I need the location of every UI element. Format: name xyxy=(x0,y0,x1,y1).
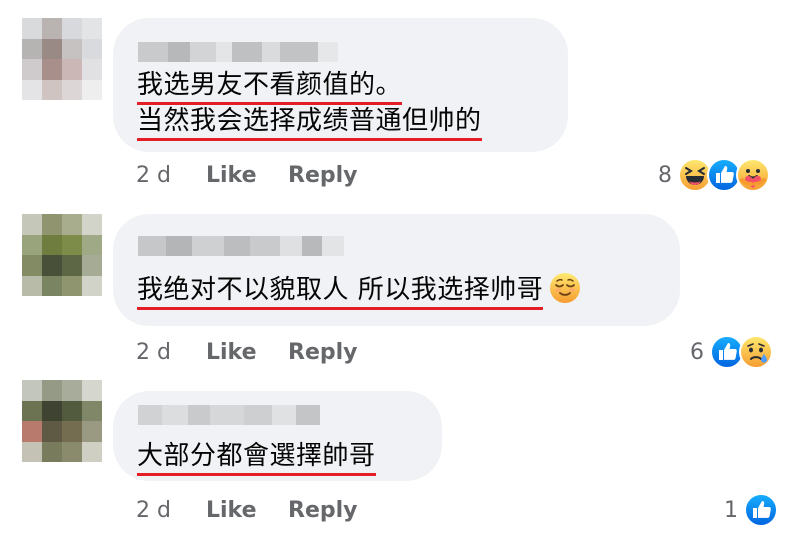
like-reaction-icon xyxy=(744,493,778,527)
like-button[interactable]: Like xyxy=(206,340,288,365)
comment-bubble: 大部分都會選擇帥哥 xyxy=(113,391,442,481)
timestamp[interactable]: 2 d xyxy=(136,498,206,523)
reply-button[interactable]: Reply xyxy=(288,163,358,188)
timestamp[interactable]: 2 d xyxy=(136,163,206,188)
reaction-count: 8 xyxy=(658,162,672,188)
comment-text-line: 当然我会选择成绩普通但帅的 xyxy=(137,104,482,141)
care-reaction-icon xyxy=(736,158,770,192)
reply-button[interactable]: Reply xyxy=(288,340,358,365)
reaction-count: 6 xyxy=(690,339,704,365)
blurred-author-name[interactable] xyxy=(138,236,344,256)
comment-actions: 2 d Like Reply xyxy=(136,337,358,367)
avatar[interactable] xyxy=(22,214,102,296)
comment-actions: 2 d Like Reply xyxy=(136,495,358,525)
relieved-face-icon xyxy=(549,272,581,304)
comment-text: 我绝对不以貌取人 所以我选择帅哥 xyxy=(137,273,544,310)
reaction-summary[interactable]: 6 xyxy=(690,332,773,372)
comment-actions: 2 d Like Reply xyxy=(136,160,358,190)
timestamp[interactable]: 2 d xyxy=(136,340,206,365)
comment-text-line: 我绝对不以貌取人 所以我选择帅哥 xyxy=(137,272,581,310)
comment-text-line: 大部分都會選擇帥哥 xyxy=(137,439,376,476)
like-button[interactable]: Like xyxy=(206,163,288,188)
blurred-author-name[interactable] xyxy=(138,405,320,425)
comment-text-line: 我选男友不看颜值的。 xyxy=(137,68,403,105)
avatar[interactable] xyxy=(22,18,102,100)
comment-bubble: 我选男友不看颜值的。 当然我会选择成绩普通但帅的 xyxy=(113,18,568,152)
like-button[interactable]: Like xyxy=(206,498,288,523)
reaction-summary[interactable]: 8 xyxy=(658,155,770,195)
avatar[interactable] xyxy=(22,380,102,462)
blurred-author-name[interactable] xyxy=(138,42,338,62)
sad-reaction-icon xyxy=(739,335,773,369)
comment-bubble: 我绝对不以貌取人 所以我选择帅哥 xyxy=(113,214,680,326)
reaction-summary[interactable]: 1 xyxy=(724,490,778,530)
reply-button[interactable]: Reply xyxy=(288,498,358,523)
reaction-count: 1 xyxy=(724,497,738,523)
